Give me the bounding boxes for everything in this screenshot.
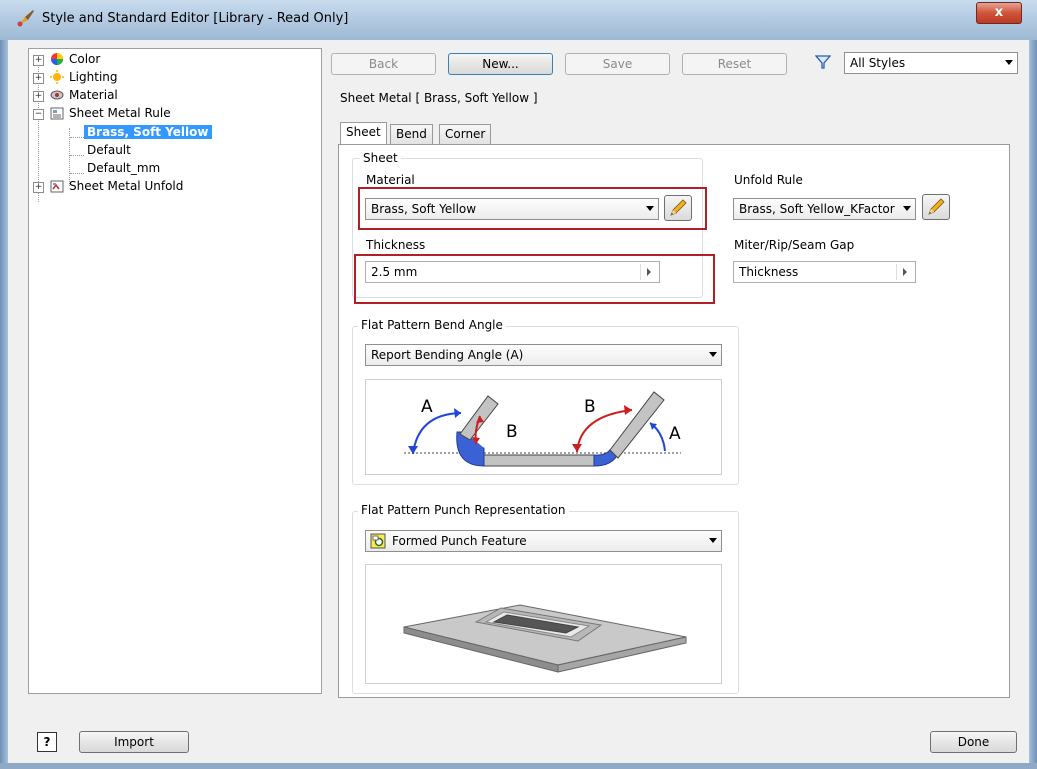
tree-item-sheet-metal-unfold[interactable]: + Sheet Metal Unfold — [33, 178, 233, 195]
punch-group-title: Flat Pattern Punch Representation — [358, 503, 569, 517]
chevron-down-icon — [709, 538, 717, 543]
tree-item-color[interactable]: + Color — [33, 51, 233, 68]
tree-item-label: Lighting — [69, 70, 118, 84]
tree-line — [70, 173, 84, 174]
import-button[interactable]: Import — [79, 731, 189, 753]
tree-item-label: Brass, Soft Yellow — [84, 125, 212, 139]
tree-item-brass-soft-yellow[interactable]: Brass, Soft Yellow — [84, 124, 212, 141]
tree-item-label: Sheet Metal Unfold — [69, 179, 184, 193]
panel-header: Sheet Metal [ Brass, Soft Yellow ] — [340, 91, 542, 105]
bend-angle-group-title: Flat Pattern Bend Angle — [358, 318, 506, 332]
app-brush-icon — [17, 10, 34, 27]
bend-angle-diagram: A B B A — [365, 379, 722, 475]
material-icon — [50, 90, 64, 100]
tree-item-lighting[interactable]: + Lighting — [33, 69, 233, 86]
reset-button[interactable]: Reset — [682, 53, 787, 75]
expand-icon[interactable]: + — [33, 55, 44, 66]
back-button[interactable]: Back — [331, 53, 436, 75]
tree-item-label: Material — [69, 88, 118, 102]
expand-icon[interactable]: + — [33, 91, 44, 102]
angle-a-label-left: A — [421, 397, 433, 417]
window-border-bottom — [0, 763, 1037, 769]
miter-gap-label: Miter/Rip/Seam Gap — [734, 238, 855, 252]
unfold-rule-dropdown[interactable]: Brass, Soft Yellow_KFactor — [733, 198, 916, 220]
tree-item-material[interactable]: + Material — [33, 87, 233, 104]
help-button[interactable]: ? — [37, 732, 57, 752]
chevron-down-icon — [903, 206, 911, 211]
tree-line — [70, 137, 84, 138]
color-wheel-icon — [51, 53, 63, 65]
thickness-label: Thickness — [366, 238, 426, 252]
tree-item-label: Sheet Metal Rule — [69, 106, 171, 120]
expand-icon[interactable]: + — [33, 182, 44, 193]
done-button[interactable]: Done — [930, 731, 1017, 753]
material-label: Material — [366, 173, 415, 187]
miter-gap-input[interactable]: Thickness — [733, 261, 916, 283]
angle-a-label-right: A — [669, 424, 681, 444]
close-button[interactable]: x — [976, 2, 1022, 24]
tree-item-label: Default — [87, 143, 131, 157]
tab-sheet[interactable]: Sheet — [340, 122, 387, 145]
thickness-highlight-box — [354, 254, 715, 304]
style-filter-dropdown[interactable]: All Styles — [844, 52, 1018, 74]
save-button[interactable]: Save — [565, 53, 670, 75]
tree-item-label: Default_mm — [87, 161, 161, 175]
angle-b-label-left: B — [506, 422, 518, 442]
punch-diagram — [365, 564, 722, 684]
unfold-rule-value: Brass, Soft Yellow_KFactor — [739, 202, 895, 216]
chevron-down-icon — [709, 352, 717, 357]
miter-gap-value: Thickness — [739, 265, 799, 279]
pencil-icon — [928, 198, 945, 215]
sheet-group-title: Sheet — [360, 151, 401, 165]
edit-unfold-rule-button[interactable] — [922, 194, 950, 220]
material-highlight-box — [358, 187, 707, 230]
tree-item-default[interactable]: Default — [87, 142, 131, 159]
unfold-rule-label: Unfold Rule — [734, 173, 803, 187]
tree-item-sheet-metal-rule[interactable]: − Sheet Metal Rule — [33, 105, 233, 122]
sheet-metal-rule-icon — [50, 107, 64, 120]
punch-value: Formed Punch Feature — [392, 534, 527, 548]
tab-bend[interactable]: Bend — [390, 124, 433, 144]
formed-punch-icon — [370, 533, 386, 549]
style-tree[interactable]: + Color + Lighting + Material − Sheet Me… — [28, 48, 322, 694]
bend-angle-dropdown[interactable]: Report Bending Angle (A) — [365, 344, 722, 366]
chevron-down-icon — [1005, 60, 1013, 65]
filter-icon[interactable] — [815, 54, 831, 70]
punch-dropdown[interactable]: Formed Punch Feature — [365, 530, 722, 552]
angle-b-label-right: B — [584, 397, 596, 417]
tree-line — [70, 155, 84, 156]
window-title: Style and Standard Editor [Library - Rea… — [42, 11, 349, 26]
spin-separator — [896, 264, 897, 280]
bend-angle-value: Report Bending Angle (A) — [371, 348, 524, 362]
window-border-left — [0, 40, 8, 769]
sheet-metal-unfold-icon — [50, 180, 64, 193]
collapse-icon[interactable]: − — [33, 109, 44, 120]
window-border-right — [1029, 40, 1037, 769]
expand-icon[interactable]: + — [33, 73, 44, 84]
flyout-arrow-icon[interactable] — [903, 268, 907, 276]
lighting-icon — [50, 70, 64, 84]
tree-item-label: Color — [69, 52, 101, 66]
tab-corner[interactable]: Corner — [439, 124, 492, 144]
tree-item-default-mm[interactable]: Default_mm — [87, 160, 160, 177]
new-button[interactable]: New... — [448, 53, 553, 75]
style-filter-value: All Styles — [850, 56, 906, 70]
